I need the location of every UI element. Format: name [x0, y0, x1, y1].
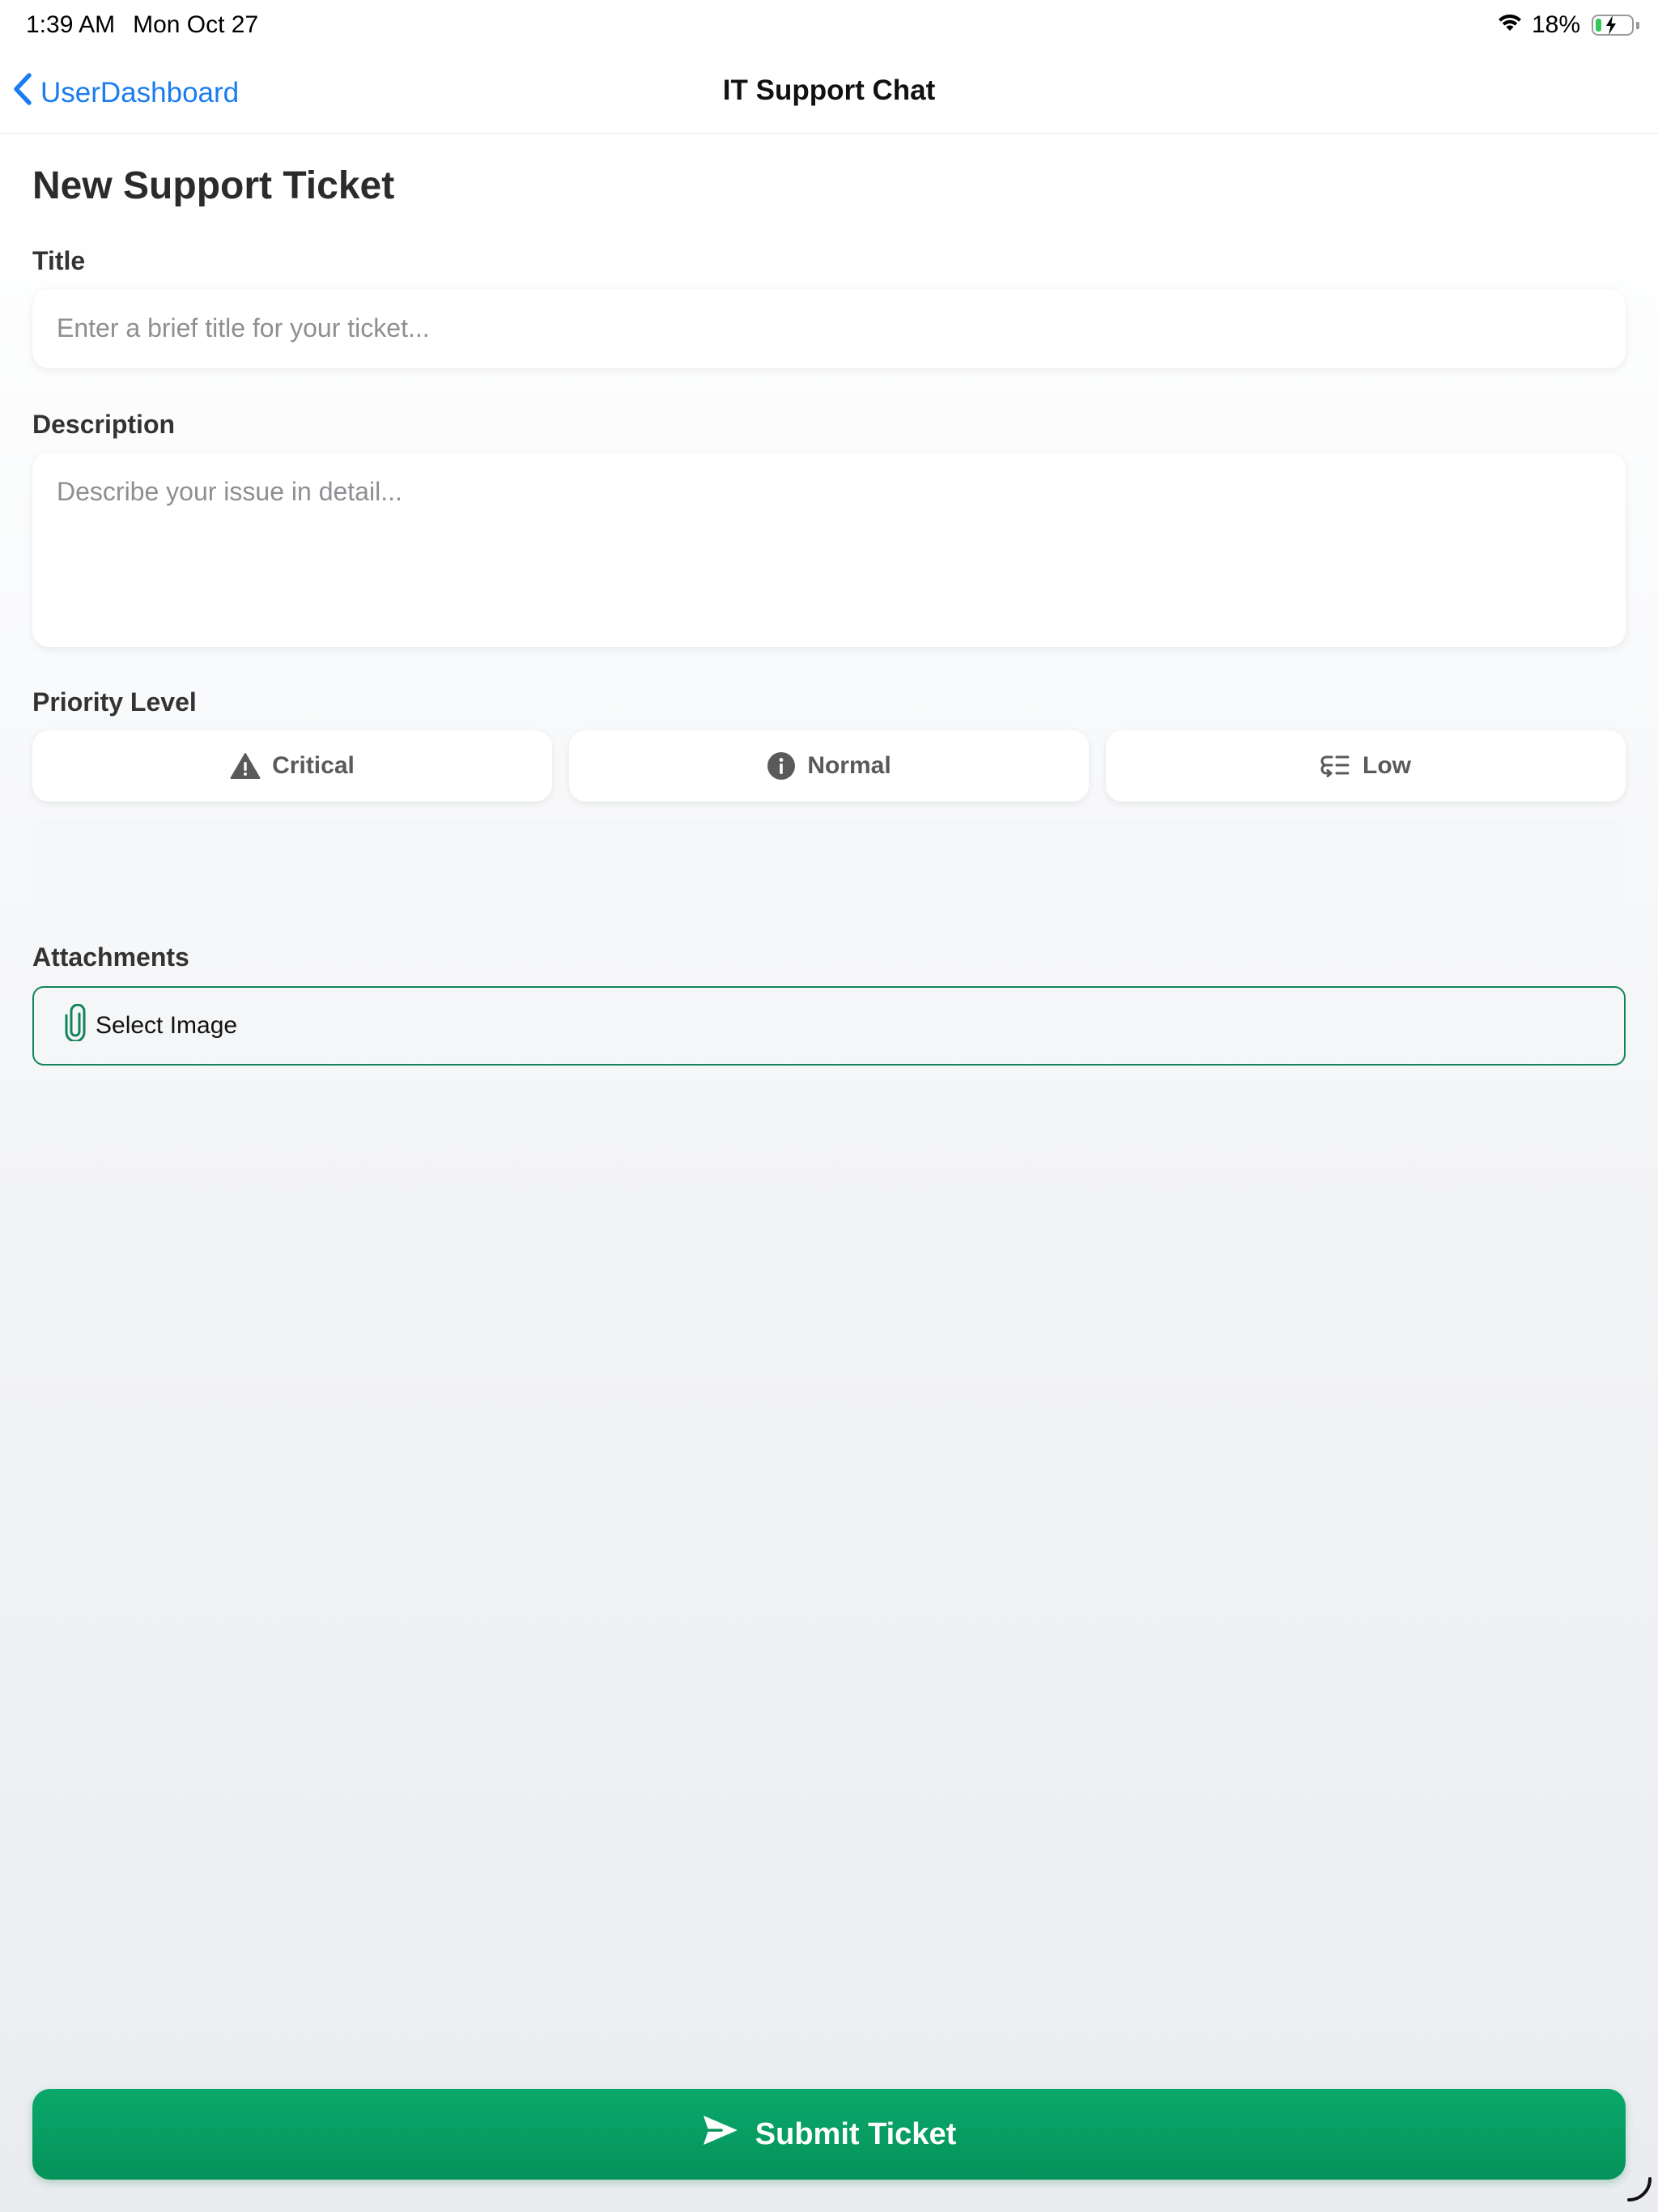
page-title: New Support Ticket [32, 164, 395, 207]
priority-low-button[interactable]: Low [1106, 730, 1626, 802]
priority-critical-label: Critical [272, 752, 355, 779]
wifi-icon [1496, 11, 1524, 39]
title-input-placeholder: Enter a brief title for your ticket... [57, 313, 430, 342]
navigation-bar: UserDashboard IT Support Chat [0, 52, 1658, 134]
nav-title: IT Support Chat [722, 74, 936, 106]
priority-normal-button[interactable]: Normal [569, 730, 1089, 802]
priority-selector: Critical Normal Low [32, 730, 1626, 802]
battery-level-fill [1596, 19, 1601, 32]
paperclip-icon [63, 1003, 87, 1048]
description-label: Description [32, 410, 176, 439]
warning-triangle-icon [230, 752, 261, 780]
select-image-label: Select Image [96, 1012, 238, 1039]
description-placeholder: Describe your issue in detail... [57, 477, 402, 506]
status-time: 1:39 AM [26, 11, 116, 38]
priority-low-label: Low [1363, 752, 1411, 779]
title-label: Title [32, 246, 86, 275]
status-left: 1:39 AM Mon Oct 27 [26, 11, 258, 39]
battery-charging-icon [1592, 15, 1639, 36]
priority-normal-label: Normal [807, 752, 891, 779]
description-textarea[interactable]: Describe your issue in detail... [32, 453, 1626, 647]
priority-detail-panel [32, 821, 1626, 902]
priority-critical-button[interactable]: Critical [32, 730, 552, 802]
select-image-button[interactable]: Select Image [32, 986, 1626, 1066]
status-bar: 1:39 AM Mon Oct 27 18% [0, 0, 1658, 52]
resize-handle-icon[interactable] [1626, 2176, 1653, 2207]
low-priority-list-icon [1320, 754, 1351, 778]
info-circle-icon [767, 751, 796, 781]
battery-percent: 18% [1531, 11, 1580, 38]
status-right: 18% [1496, 11, 1639, 39]
status-date: Mon Oct 27 [133, 11, 259, 38]
priority-label: Priority Level [32, 687, 197, 717]
submit-ticket-button[interactable]: Submit Ticket [32, 2089, 1626, 2180]
attachments-label: Attachments [32, 942, 189, 972]
title-input[interactable]: Enter a brief title for your ticket... [32, 289, 1626, 368]
submit-ticket-label: Submit Ticket [755, 2116, 957, 2151]
send-icon [702, 2114, 739, 2155]
